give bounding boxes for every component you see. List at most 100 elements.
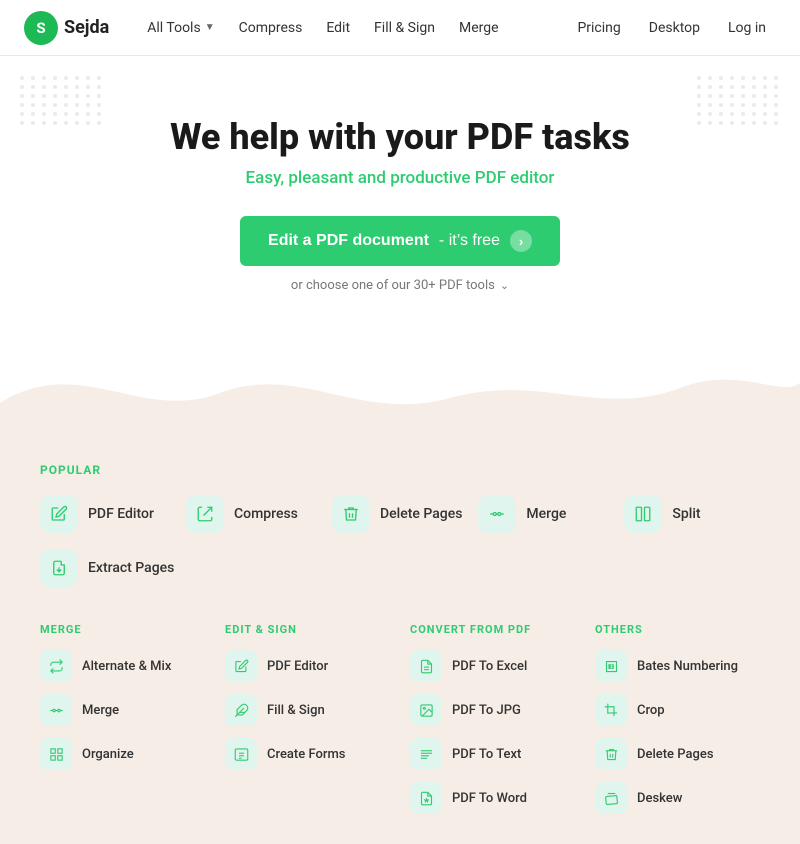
pdf-word-label: PDF To Word [452, 791, 527, 806]
tools-section: POPULAR PDF Editor Compress Delete Pages… [0, 443, 800, 844]
pdf-editor-cat-label: PDF Editor [267, 659, 328, 674]
cat-item-pdf-word[interactable]: PDF To Word [410, 782, 575, 814]
merge-label: Merge [526, 506, 566, 522]
nav-desktop[interactable]: Desktop [639, 14, 710, 42]
cta-main-label: Edit a PDF document [268, 232, 429, 250]
delete-pages-icon [332, 495, 370, 533]
nav-edit[interactable]: Edit [316, 14, 360, 42]
pdf-jpg-label: PDF To JPG [452, 703, 521, 718]
cat-item-pdf-editor[interactable]: PDF Editor [225, 650, 390, 682]
cta-sub-text: or choose one of our 30+ PDF tools ⌄ [20, 278, 780, 293]
edit-sign-items: PDF Editor Fill & Sign Create Forms [225, 650, 390, 770]
deskew-label: Deskew [637, 791, 682, 806]
chevron-down-icon: ⌄ [500, 279, 509, 292]
nav-pricing[interactable]: Pricing [567, 14, 630, 42]
alternate-mix-label: Alternate & Mix [82, 659, 171, 674]
hero-section: We help with your PDF tasks Easy, pleasa… [0, 56, 800, 323]
crop-label: Crop [637, 703, 665, 718]
merge-cat-label: Merge [82, 703, 119, 718]
cat-item-merge[interactable]: Merge [40, 694, 205, 726]
nav-fill-sign[interactable]: Fill & Sign [364, 14, 445, 42]
nav-login[interactable]: Log in [718, 14, 776, 42]
extract-pages-label: Extract Pages [88, 560, 174, 576]
cat-item-alternate-mix[interactable]: Alternate & Mix [40, 650, 205, 682]
deskew-icon [595, 782, 627, 814]
merge-items: Alternate & Mix Merge Organize [40, 650, 205, 770]
nav-compress[interactable]: Compress [229, 14, 313, 42]
pdf-editor-icon [40, 495, 78, 533]
logo[interactable]: S Sejda [24, 11, 109, 45]
cat-item-deskew[interactable]: Deskew [595, 782, 760, 814]
chevron-down-icon: ▼ [205, 22, 215, 33]
pdf-jpg-icon [410, 694, 442, 726]
cta-suffix: - it’s free [439, 232, 500, 250]
pdf-word-icon [410, 782, 442, 814]
convert-category-title: CONVERT FROM PDF [410, 623, 575, 636]
navbar: S Sejda All Tools ▼ Compress Edit Fill &… [0, 0, 800, 56]
pdf-editor-label: PDF Editor [88, 506, 154, 522]
nav-merge[interactable]: Merge [449, 14, 509, 42]
bates-numbering-icon [595, 650, 627, 682]
cat-item-organize[interactable]: Organize [40, 738, 205, 770]
cat-item-pdf-excel[interactable]: PDF To Excel [410, 650, 575, 682]
tool-merge[interactable]: Merge [478, 495, 608, 533]
bates-numbering-label: Bates Numbering [637, 659, 738, 674]
split-icon [624, 495, 662, 533]
fill-sign-label: Fill & Sign [267, 703, 325, 718]
hero-title: We help with your PDF tasks [20, 116, 780, 158]
cat-item-pdf-text[interactable]: PDF To Text [410, 738, 575, 770]
cat-item-pdf-jpg[interactable]: PDF To JPG [410, 694, 575, 726]
edit-sign-category-title: EDIT & SIGN [225, 623, 390, 636]
pdf-editor-cat-icon [225, 650, 257, 682]
compress-label: Compress [234, 506, 298, 522]
cat-item-fill-sign[interactable]: Fill & Sign [225, 694, 390, 726]
tool-pdf-editor[interactable]: PDF Editor [40, 495, 170, 533]
fill-sign-icon [225, 694, 257, 726]
tool-extract-pages[interactable]: Extract Pages [40, 549, 174, 587]
cat-item-bates-numbering[interactable]: Bates Numbering [595, 650, 760, 682]
pdf-excel-label: PDF To Excel [452, 659, 527, 674]
nav-all-tools[interactable]: All Tools ▼ [137, 14, 224, 42]
cat-item-delete-pages-other[interactable]: Delete Pages [595, 738, 760, 770]
hero-subtitle: Easy, pleasant and productive PDF editor [20, 168, 780, 188]
pdf-text-label: PDF To Text [452, 747, 521, 762]
popular-section-title: POPULAR [40, 463, 760, 477]
alternate-mix-icon [40, 650, 72, 682]
merge-category-title: MERGE [40, 623, 205, 636]
tool-split[interactable]: Split [624, 495, 754, 533]
tool-compress[interactable]: Compress [186, 495, 316, 533]
delete-pages-other-icon [595, 738, 627, 770]
nav-right: Pricing Desktop Log in [567, 14, 776, 42]
extract-pages-icon [40, 549, 78, 587]
cat-item-create-forms[interactable]: Create Forms [225, 738, 390, 770]
logo-icon: S [24, 11, 58, 45]
cta-edit-pdf-button[interactable]: Edit a PDF document - it’s free › [240, 216, 560, 266]
pdf-text-icon [410, 738, 442, 770]
organize-icon [40, 738, 72, 770]
delete-pages-other-label: Delete Pages [637, 747, 714, 762]
create-forms-label: Create Forms [267, 747, 345, 762]
category-merge: MERGE Alternate & Mix Merge [40, 623, 205, 814]
create-forms-icon [225, 738, 257, 770]
wave-section [0, 343, 800, 443]
crop-icon [595, 694, 627, 726]
compress-icon [186, 495, 224, 533]
categories-row: MERGE Alternate & Mix Merge [40, 623, 760, 814]
wave-decoration [0, 343, 800, 443]
category-edit-sign: EDIT & SIGN PDF Editor Fill & Sign [225, 623, 390, 814]
others-category-title: OTHERS [595, 623, 760, 636]
category-convert: CONVERT FROM PDF PDF To Excel PDF To JPG [410, 623, 575, 814]
merge-cat-icon [40, 694, 72, 726]
cat-item-crop[interactable]: Crop [595, 694, 760, 726]
dots-right-decoration [697, 76, 780, 125]
split-label: Split [672, 506, 700, 522]
dots-left-decoration [20, 76, 103, 125]
category-others: OTHERS Bates Numbering Crop [595, 623, 760, 814]
cta-arrow-icon: › [510, 230, 532, 252]
brand-name: Sejda [64, 17, 109, 38]
pdf-excel-icon [410, 650, 442, 682]
tool-delete-pages[interactable]: Delete Pages [332, 495, 462, 533]
convert-items: PDF To Excel PDF To JPG PDF To Text [410, 650, 575, 814]
nav-links: All Tools ▼ Compress Edit Fill & Sign Me… [137, 14, 567, 42]
popular-grid: PDF Editor Compress Delete Pages Merge S [40, 495, 760, 587]
